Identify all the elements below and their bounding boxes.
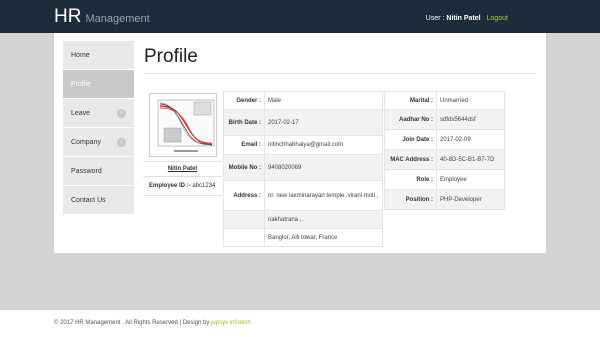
detail-row: Mobile No : 9408020069 xyxy=(223,154,383,181)
detail-value: nakhatrana , . xyxy=(264,210,383,229)
detail-label: Role : xyxy=(384,169,437,190)
detail-row: Aadhar No : sdfds5644dsf xyxy=(384,109,505,130)
brand-main-text: HR xyxy=(54,6,82,27)
details-table-left: Gender : Male Birth Date : 2017-02-17 Em… xyxy=(223,91,383,247)
detail-label: Mobile No : xyxy=(223,154,265,181)
detail-row: Marital : Unmarried xyxy=(384,91,505,110)
detail-label: Position : xyxy=(384,189,437,210)
employee-id-value: abc1234 xyxy=(192,183,216,189)
sidebar-item-label: Contact Us xyxy=(71,197,106,204)
detail-label: Email : xyxy=(223,135,265,155)
sidebar-item-password[interactable]: Password xyxy=(63,157,134,186)
details-table-right: Marital : Unmarried Aadhar No : sdfds564… xyxy=(384,91,505,210)
detail-row: Address : nr. new laxminarayan temple ,v… xyxy=(223,180,383,211)
detail-label: Join Date : xyxy=(384,129,437,150)
brand-logo[interactable]: HR Management xyxy=(54,6,150,28)
page-title: Profile xyxy=(144,46,198,67)
detail-value: 2017-02-17 xyxy=(264,109,383,136)
sidebar: Home Profile Leave › Company › Password Co… xyxy=(63,41,134,215)
sidebar-item-leave[interactable]: Leave › xyxy=(63,99,134,128)
detail-row: Birth Date : 2017-02-17 xyxy=(223,109,383,136)
sidebar-item-label: Home xyxy=(71,52,90,59)
designer-link[interactable]: jupsys infotech xyxy=(211,320,251,326)
detail-label: Birth Date : xyxy=(223,109,265,136)
sidebar-item-home[interactable]: Home xyxy=(63,41,134,70)
profile-card: Nitin Patel Employee ID :- abc1234 xyxy=(143,93,222,196)
sidebar-item-contact-us[interactable]: Contact Us xyxy=(63,186,134,215)
detail-value: Banglor, Alli towar, France xyxy=(264,228,383,247)
employee-id: Employee ID :- abc1234 xyxy=(143,177,222,196)
detail-value: sdfds5644dsf xyxy=(436,109,505,130)
detail-row: MAC Address : 40-8D-5C-B1-B7-7D xyxy=(384,149,505,170)
detail-row: Join Date : 2017-02-09 xyxy=(384,129,505,150)
detail-value: 2017-02-09 xyxy=(436,129,505,150)
detail-value: 9408020069 xyxy=(264,154,383,181)
sidebar-item-profile[interactable]: Profile xyxy=(63,70,134,99)
detail-label: Aadhar No : xyxy=(384,109,437,130)
profile-image-graphic xyxy=(149,94,216,156)
logout-link[interactable]: Logout xyxy=(487,15,508,22)
brand-sub-text: Management xyxy=(85,13,150,25)
copyright-text: © 2017 HR Management . All Rights Reserv… xyxy=(54,320,210,326)
detail-label: Marital : xyxy=(384,91,437,110)
detail-value: 40-8D-5C-B1-B7-7D xyxy=(436,149,505,170)
title-divider xyxy=(144,73,536,74)
detail-value: Unmarried xyxy=(436,91,505,110)
detail-value: Male xyxy=(264,91,383,110)
footer: © 2017 HR Management . All Rights Reserv… xyxy=(0,310,600,337)
user-info: User : Nitin Patel Logout xyxy=(426,15,508,22)
detail-row: Email : nitinchhabhaiya@gmail.com xyxy=(223,135,383,155)
user-label: User : xyxy=(425,15,445,22)
detail-label xyxy=(223,210,265,229)
detail-label: MAC Address : xyxy=(384,149,437,170)
detail-row: Role : Employee xyxy=(384,169,505,190)
detail-value: nitinchhabhaiya@gmail.com xyxy=(264,135,383,155)
detail-value: PHP-Developer xyxy=(436,189,505,210)
detail-row: Gender : Male xyxy=(223,91,383,110)
detail-value: nr. new laxminarayan temple ,virani moti… xyxy=(264,180,383,211)
sidebar-item-label: Password xyxy=(71,168,102,175)
sidebar-item-company[interactable]: Company › xyxy=(63,128,134,157)
detail-value: Employee xyxy=(436,169,505,190)
chevron-right-icon: › xyxy=(117,138,126,147)
employee-id-label: Employee ID :- xyxy=(149,183,191,189)
chevron-right-icon: › xyxy=(117,109,126,118)
detail-label: Address : xyxy=(223,180,265,211)
footer-text: © 2017 HR Management . All Rights Reserv… xyxy=(54,320,251,326)
detail-label xyxy=(223,228,265,247)
user-name: Nitin Patel xyxy=(446,15,481,22)
sidebar-item-label: Leave xyxy=(71,110,91,117)
sidebar-item-label: Company xyxy=(71,139,101,146)
main-panel: Home Profile Leave › Company › Password Co… xyxy=(54,33,546,253)
detail-label: Gender : xyxy=(223,91,265,110)
profile-photo xyxy=(148,93,217,157)
detail-row: Banglor, Alli towar, France xyxy=(223,228,383,247)
employee-name[interactable]: Nitin Patel xyxy=(143,161,222,177)
detail-row: Position : PHP-Developer xyxy=(384,189,505,210)
top-navbar: HR Management User : Nitin Patel Logout xyxy=(0,0,600,33)
sidebar-item-label: Profile xyxy=(71,81,91,88)
detail-row: nakhatrana , . xyxy=(223,210,383,229)
